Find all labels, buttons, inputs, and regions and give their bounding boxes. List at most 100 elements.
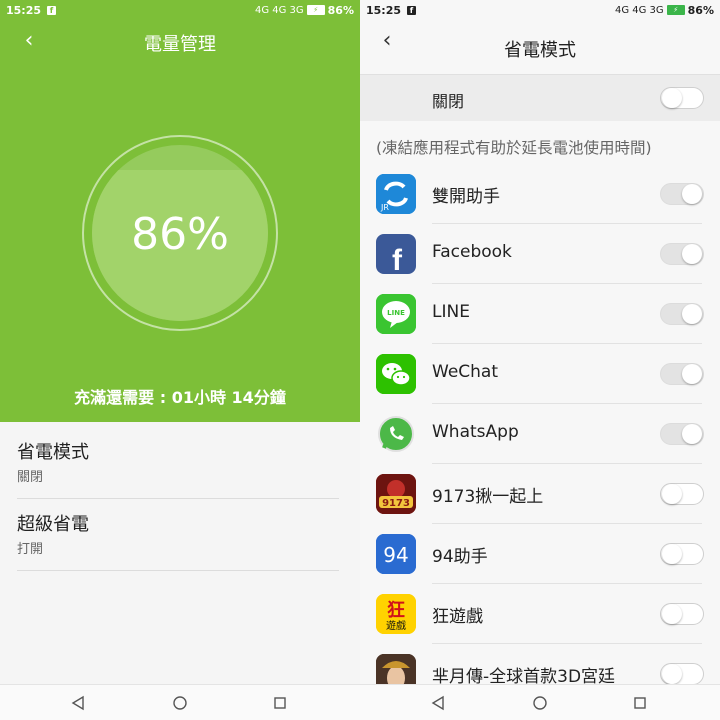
status-battery-percent: 86% <box>327 3 354 17</box>
app-toggle[interactable] <box>660 543 704 565</box>
page-title: 電量管理 <box>144 34 216 55</box>
app-row-crazy-game: 狂 遊戲 狂遊戲 <box>360 584 720 644</box>
dual-app-glyph: JR <box>376 174 416 214</box>
power-saving-mode-screen: 15:25 f 4G 4G 3G ⚡ 86% ‹ 省電模式 關閉 (凍結應用程式… <box>360 0 720 720</box>
app-name: WhatsApp <box>432 422 519 442</box>
status-indicators: 4G 4G 3G ⚡ 86% <box>615 4 714 17</box>
signal-text: 4G 4G 3G <box>254 4 304 16</box>
home-circle-icon <box>533 696 547 710</box>
helper-94-glyph: 94 <box>376 534 416 574</box>
recents-square-icon <box>634 697 646 709</box>
toggle-knob <box>682 244 702 264</box>
master-toggle-row[interactable]: 關閉 <box>360 74 720 121</box>
status-battery-percent: 86% <box>687 3 714 17</box>
app-row-94: 94 94助手 <box>360 524 720 584</box>
nav-back-button[interactable] <box>418 685 458 720</box>
app-toggle[interactable] <box>660 423 704 445</box>
page-title: 省電模式 <box>504 40 576 61</box>
app-name: LINE <box>432 302 470 322</box>
app-toggle[interactable] <box>660 303 704 325</box>
setting-title: 省電模式 <box>17 442 89 463</box>
toggle-knob <box>682 304 702 324</box>
setting-title: 超級省電 <box>17 514 89 535</box>
battery-gauge: 86% <box>82 135 278 331</box>
nav-home-button[interactable] <box>160 685 200 720</box>
dual-app-icon: JR <box>376 174 416 214</box>
toggle-knob <box>682 424 702 444</box>
setting-value: 關閉 <box>17 470 44 485</box>
svg-text:f: f <box>392 244 403 274</box>
crazy-game-glyph: 狂 遊戲 <box>376 594 416 634</box>
app-name: Facebook <box>432 242 512 262</box>
toggle-knob <box>662 484 682 504</box>
master-toggle-label: 關閉 <box>432 92 465 111</box>
header: ‹ 省電模式 <box>360 20 720 74</box>
status-bar: 15:25 f 4G 4G 3G ⚡ 86% <box>0 0 360 20</box>
app-row-9173: 9173 9173揪一起上 <box>360 464 720 524</box>
svg-text:狂: 狂 <box>387 600 405 621</box>
back-triangle-icon <box>71 695 84 711</box>
app-name: WeChat <box>432 362 498 382</box>
setting-power-saving-mode[interactable]: 省電模式 關閉 <box>17 426 339 499</box>
app-toggle[interactable] <box>660 663 704 685</box>
home-circle-icon <box>173 696 187 710</box>
wechat-icon <box>376 354 416 394</box>
facebook-notification-icon: f <box>407 5 417 15</box>
facebook-notification-icon: f <box>47 5 57 15</box>
line-icon: LINE <box>376 294 416 334</box>
crazy-game-icon: 狂 遊戲 <box>376 594 416 634</box>
facebook-glyph: f <box>378 236 414 274</box>
toggle-knob <box>662 664 682 684</box>
svg-text:JR: JR <box>380 203 389 212</box>
nav-recents-button[interactable] <box>260 685 300 720</box>
navigation-bar <box>0 684 360 720</box>
hint-text: (凍結應用程式有助於延長電池使用時間) <box>376 139 652 157</box>
app-name: 9173揪一起上 <box>432 487 544 507</box>
whatsapp-glyph <box>378 416 414 452</box>
app-name: 94助手 <box>432 547 488 567</box>
nav-recents-button[interactable] <box>620 685 660 720</box>
app-toggle[interactable] <box>660 243 704 265</box>
app-row-dual-app: JR 雙開助手 <box>360 164 720 224</box>
svg-text:9173: 9173 <box>382 498 410 509</box>
signal-text: 4G 4G 3G <box>614 4 664 16</box>
toggle-knob <box>662 544 682 564</box>
svg-text:LINE: LINE <box>387 309 405 317</box>
toggle-knob <box>682 364 702 384</box>
whatsapp-icon <box>376 414 416 454</box>
battery-level-text: 86% <box>131 209 229 260</box>
navigation-bar <box>360 684 720 720</box>
svg-text:94: 94 <box>383 543 408 567</box>
master-toggle[interactable] <box>660 87 704 109</box>
toggle-knob <box>682 184 702 204</box>
helper-94-icon: 94 <box>376 534 416 574</box>
app-row-wechat: WeChat <box>360 344 720 404</box>
app-row-facebook: f Facebook <box>360 224 720 284</box>
battery-management-screen: 15:25 f 4G 4G 3G ⚡ 86% ‹ 電量管理 86% 充滿還需要 … <box>0 0 360 720</box>
status-time: 15:25 <box>366 3 402 17</box>
nav-back-button[interactable] <box>58 685 98 720</box>
toggle-knob <box>662 88 682 108</box>
line-glyph: LINE <box>376 294 416 334</box>
status-indicators: 4G 4G 3G ⚡ 86% <box>255 4 354 17</box>
app-toggle[interactable] <box>660 363 704 385</box>
app-toggle[interactable] <box>660 183 704 205</box>
app-name: 狂遊戲 <box>432 607 483 627</box>
status-time: 15:25 <box>6 3 42 17</box>
svg-text:遊戲: 遊戲 <box>386 619 406 632</box>
setting-super-power-saving[interactable]: 超級省電 打開 <box>17 498 339 571</box>
back-triangle-icon <box>431 695 444 711</box>
recents-square-icon <box>274 697 286 709</box>
app-toggle[interactable] <box>660 603 704 625</box>
toggle-knob <box>662 604 682 624</box>
nav-home-button[interactable] <box>520 685 560 720</box>
battery-gauge-circle: 86% <box>92 145 268 321</box>
app-row-whatsapp: WhatsApp <box>360 404 720 464</box>
app-toggle[interactable] <box>660 483 704 505</box>
battery-icon: ⚡ <box>306 5 325 15</box>
app-name: 雙開助手 <box>432 187 500 207</box>
battery-icon: ⚡ <box>666 5 685 15</box>
game-9173-glyph: 9173 <box>376 474 416 514</box>
game-9173-icon: 9173 <box>376 474 416 514</box>
setting-value: 打開 <box>17 542 44 557</box>
